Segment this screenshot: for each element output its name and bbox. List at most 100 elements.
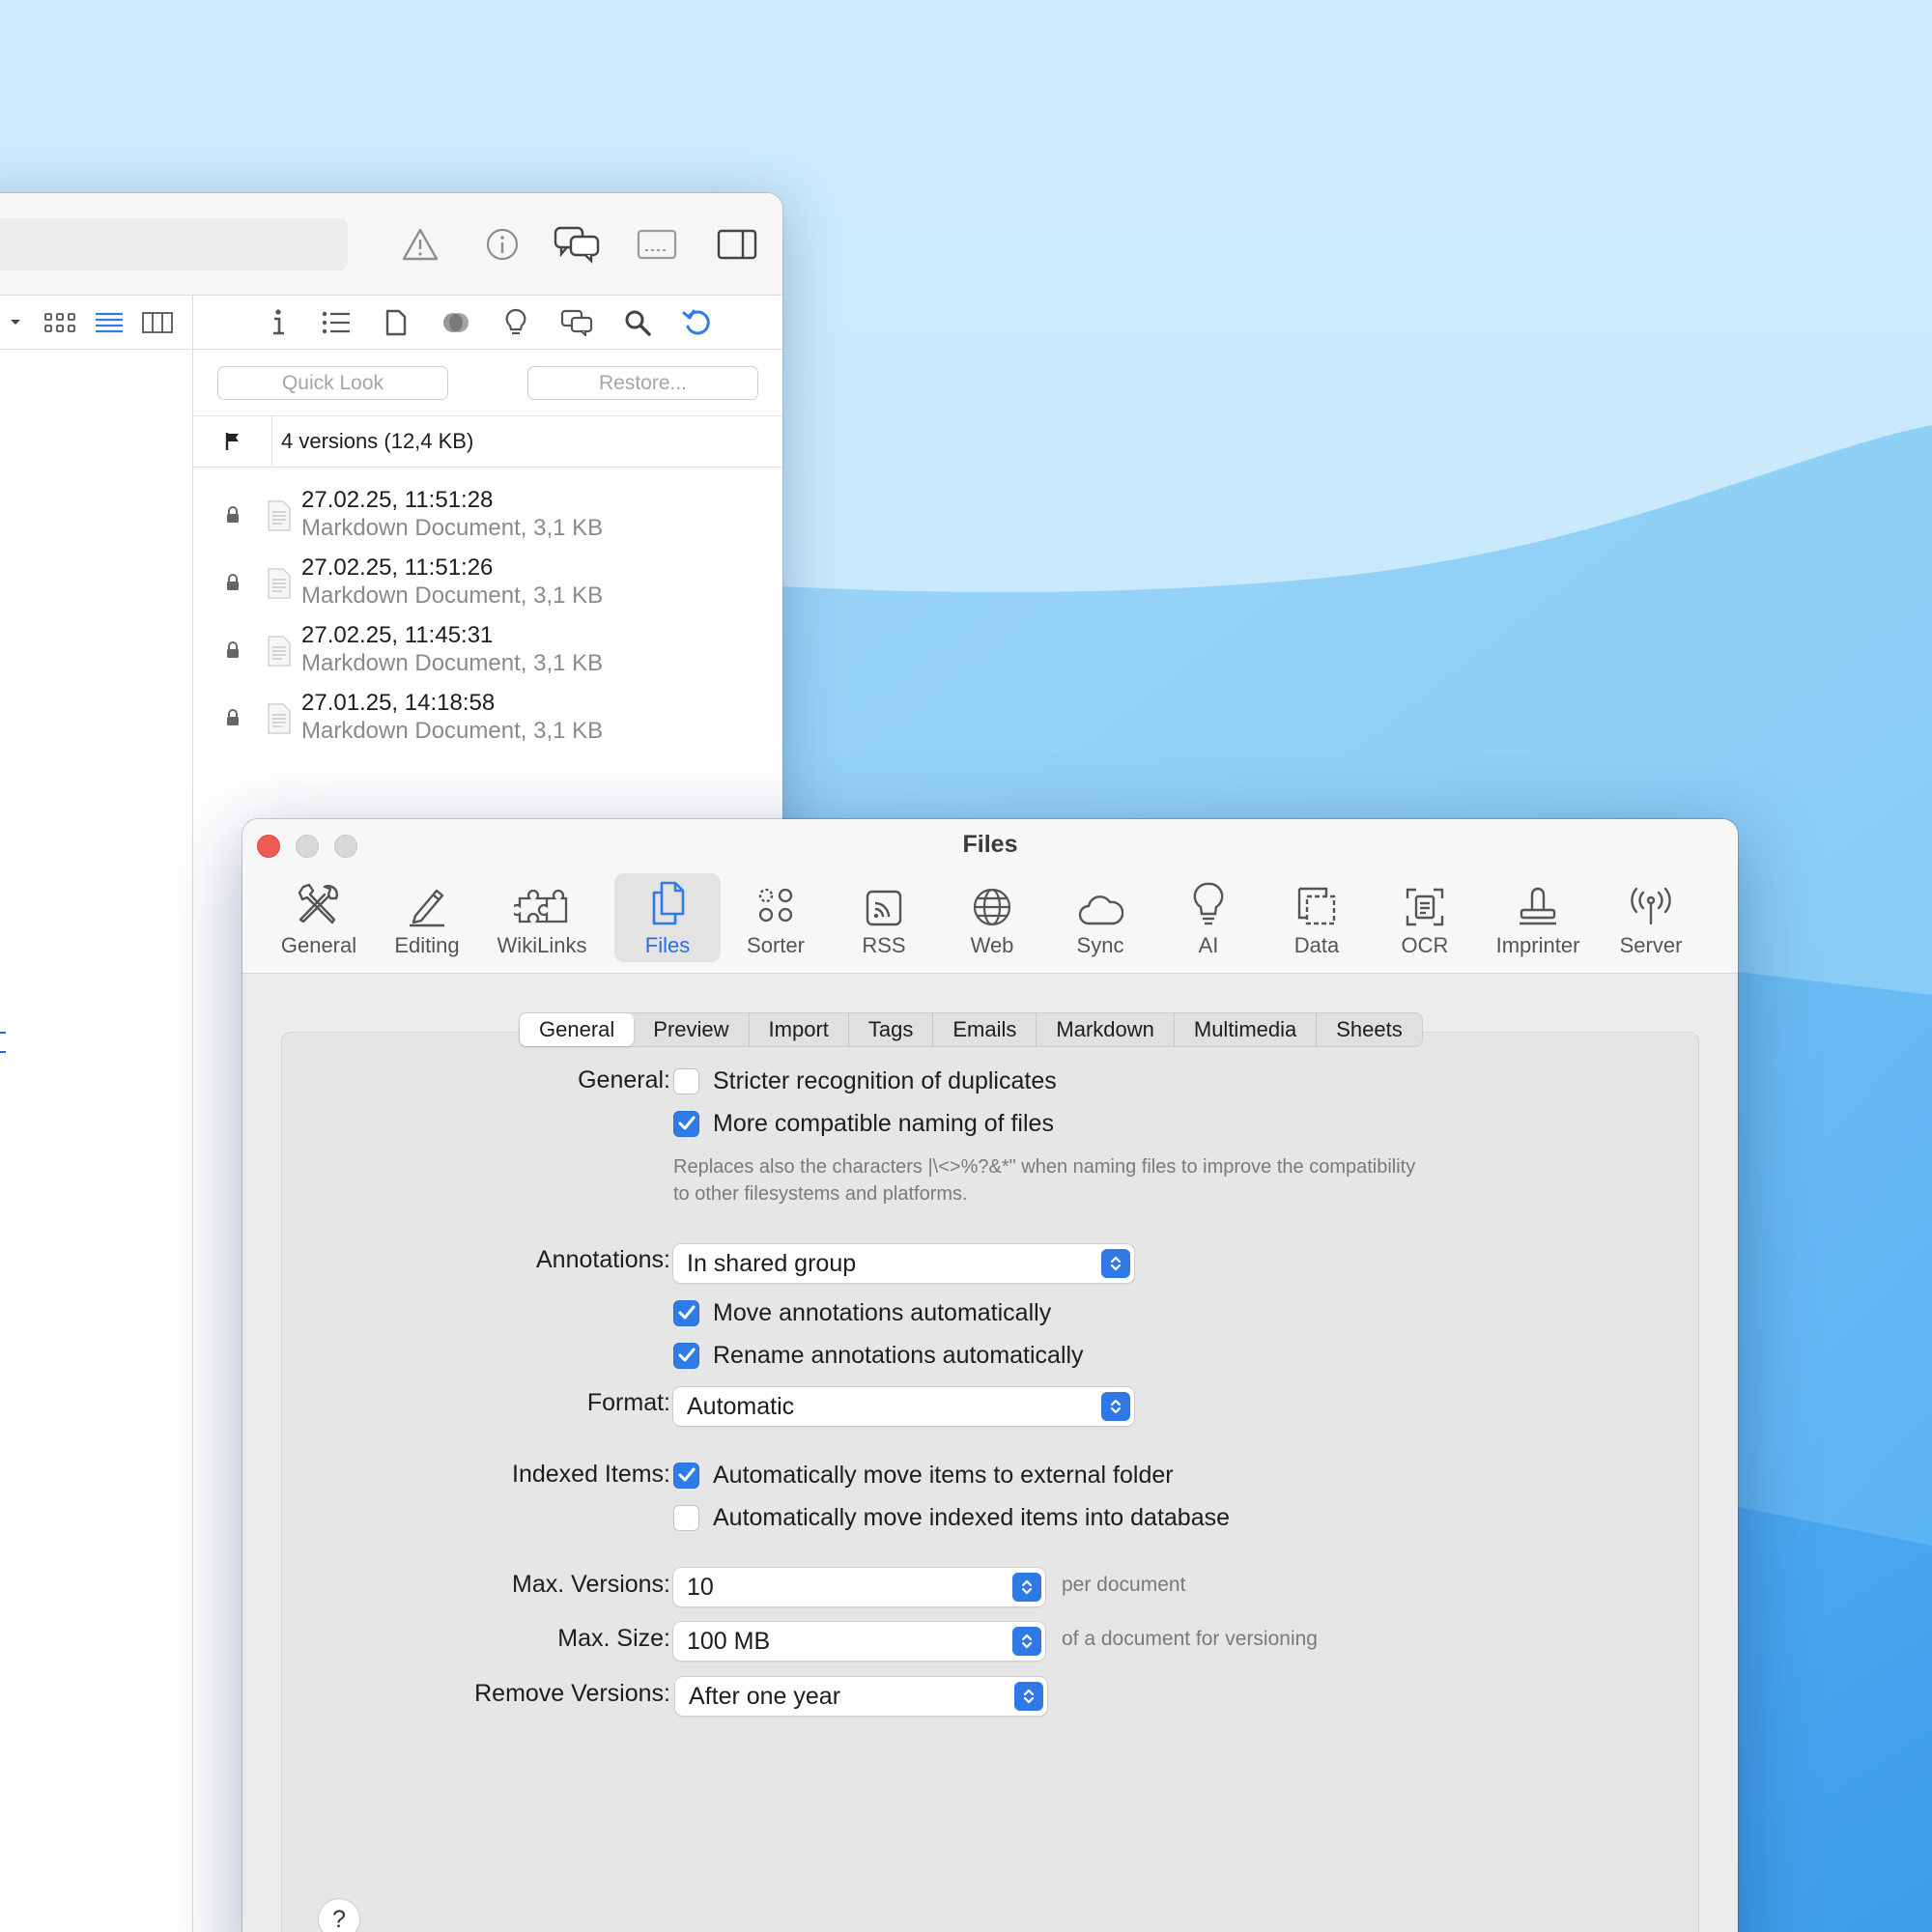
rename-annotations-option[interactable]: Rename annotations automatically [673,1341,1084,1370]
tab-label: Editing [394,933,460,957]
help-button[interactable]: ? [319,1899,359,1932]
subtab-general[interactable]: General [520,1013,635,1046]
tab-label: Imprinter [1495,933,1580,957]
remove-versions-popup[interactable]: After one year [675,1677,1047,1716]
remove-versions-label: Remove Versions: [474,1680,670,1707]
max-versions-combo[interactable]: 10 [673,1568,1045,1606]
markdown-document-icon [267,568,292,604]
antenna-icon [1629,873,1673,927]
updown-chevron-icon [1012,1573,1041,1602]
subtab-sheets[interactable]: Sheets [1317,1013,1422,1046]
tab-files[interactable]: Files [614,873,721,962]
compatible-naming-option[interactable]: More compatible naming of files [673,1109,1054,1138]
tab-ocr[interactable]: OCR [1372,873,1478,962]
warning-icon[interactable] [391,218,449,270]
move-into-database-checkbox[interactable] [673,1504,699,1531]
restore-button[interactable]: Restore... [527,366,758,400]
info-icon[interactable] [473,218,531,270]
chat-bubbles-icon[interactable] [543,218,611,270]
outline-list-icon[interactable] [317,303,355,342]
info-tab-icon[interactable] [259,303,298,342]
search-icon[interactable] [618,303,657,342]
combo-value: 10 [687,1573,714,1601]
indexed-items-label: Indexed Items: [512,1461,670,1488]
move-external-checkbox[interactable] [673,1462,699,1489]
partial-link[interactable] [0,1032,6,1053]
see-also-lightbulb-icon[interactable] [497,303,535,342]
toolbar-search-field[interactable] [0,218,348,270]
move-into-database-option[interactable]: Automatically move indexed items into da… [673,1503,1230,1532]
files-icon [646,873,689,927]
tab-general[interactable]: General [266,873,372,962]
version-row[interactable]: 27.02.25, 11:51:28 Markdown Document, 3,… [193,487,782,554]
move-external-option[interactable]: Automatically move items to external fol… [673,1461,1174,1490]
cloud-icon [1077,873,1123,927]
compatible-naming-checkbox[interactable] [673,1110,699,1137]
tab-server[interactable]: Server [1598,873,1704,962]
tab-imprinter[interactable]: Imprinter [1485,873,1591,962]
tools-icon [296,873,342,927]
document-icon[interactable] [377,303,415,342]
subtab-preview[interactable]: Preview [634,1013,750,1046]
rename-annotations-checkbox[interactable] [673,1342,699,1369]
hint-line: to other filesystems and platforms. [673,1183,968,1205]
caption-icon[interactable] [623,218,691,270]
version-date: 27.01.25, 14:18:58 [301,690,496,716]
max-size-combo[interactable]: 100 MB [673,1622,1045,1661]
checkbox-label: Rename annotations automatically [713,1341,1084,1369]
versions-history-icon[interactable] [678,303,717,342]
tab-ai[interactable]: AI [1155,873,1262,962]
version-date: 27.02.25, 11:51:26 [301,554,494,581]
annotations-icon[interactable] [557,303,596,342]
tab-web[interactable]: Web [939,873,1045,962]
updown-chevron-icon [1012,1627,1041,1656]
tab-label: WikiLinks [497,933,587,957]
dropdown-arrow-icon[interactable] [0,303,35,342]
tab-wikilinks[interactable]: WikiLinks [489,873,595,962]
version-row[interactable]: 27.02.25, 11:45:31 Markdown Document, 3,… [193,622,782,690]
tab-sync[interactable]: Sync [1047,873,1153,962]
move-annotations-checkbox[interactable] [673,1299,699,1326]
checkbox-label: More compatible naming of files [713,1109,1054,1137]
flag-icon [193,416,272,467]
lock-icon [226,574,240,596]
preferences-toolbar: Files General Editing WikiLinks Files So… [242,819,1738,974]
quick-look-button[interactable]: Quick Look [217,366,448,400]
subtab-markdown[interactable]: Markdown [1037,1013,1175,1046]
tab-rss[interactable]: RSS [831,873,937,962]
list-view-icon[interactable] [90,303,128,342]
updown-chevron-icon [1101,1392,1130,1421]
subtab-emails[interactable]: Emails [933,1013,1037,1046]
tab-label: RSS [862,933,906,957]
tab-data[interactable]: Data [1264,873,1370,962]
column-view-icon[interactable] [138,303,177,342]
version-date: 27.02.25, 11:45:31 [301,622,494,648]
data-icon [1295,873,1338,927]
tab-label: Sorter [747,933,805,957]
tab-label: Data [1293,933,1340,957]
version-meta: Markdown Document, 3,1 KB [301,515,604,541]
pencil-icon [406,873,448,927]
stricter-duplicates-checkbox[interactable] [673,1067,699,1094]
move-annotations-option[interactable]: Move annotations automatically [673,1298,1051,1327]
version-meta: Markdown Document, 3,1 KB [301,718,604,744]
version-row[interactable]: 27.01.25, 14:18:58 Markdown Document, 3,… [193,690,782,757]
tab-editing[interactable]: Editing [374,873,480,962]
tab-sorter[interactable]: Sorter [723,873,829,962]
version-row[interactable]: 27.02.25, 11:51:26 Markdown Document, 3,… [193,554,782,622]
window-title: Files [962,831,1018,858]
icon-view-icon[interactable] [41,303,79,342]
concordance-icon[interactable] [437,303,475,342]
annotations-popup[interactable]: In shared group [673,1244,1134,1283]
subtab-import[interactable]: Import [750,1013,849,1046]
puzzle-icon [514,873,570,927]
subtab-multimedia[interactable]: Multimedia [1175,1013,1318,1046]
subtab-tags[interactable]: Tags [849,1013,934,1046]
markdown-document-icon [267,703,292,739]
version-meta: Markdown Document, 3,1 KB [301,650,604,676]
format-popup[interactable]: Automatic [673,1387,1134,1426]
stricter-duplicates-option[interactable]: Stricter recognition of duplicates [673,1066,1057,1095]
versions-header: 4 versions (12,4 KB) [193,415,782,468]
sidebar-toggle-icon[interactable] [703,218,771,270]
annotations-label: Annotations: [536,1246,670,1273]
